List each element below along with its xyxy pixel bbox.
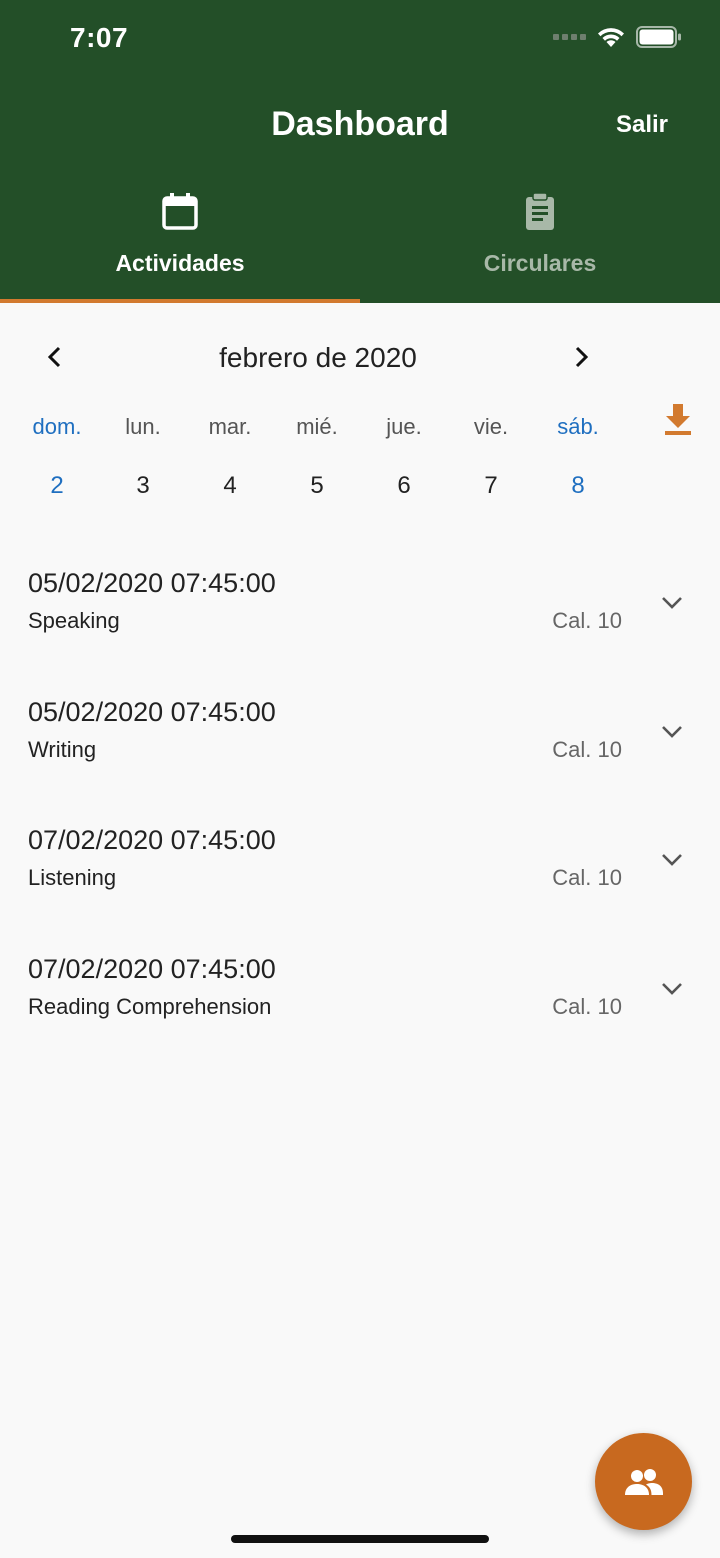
activity-subject: Listening [28, 865, 117, 891]
calendar-day[interactable]: 5 [272, 472, 362, 500]
chevron-down-icon[interactable] [658, 588, 686, 616]
weekday-label: mar. [208, 414, 252, 439]
active-tab-indicator [0, 299, 360, 303]
activity-item[interactable]: 07/02/2020 07:45:00 Listening Cal. 10 [0, 817, 720, 946]
chevron-down-icon[interactable] [658, 974, 686, 1002]
app-header: 7:07 Dashboard Salir Actividades Circula… [0, 0, 720, 303]
activity-item[interactable]: 07/02/2020 07:45:00 Reading Comprehensio… [0, 946, 720, 1075]
download-icon[interactable] [662, 402, 694, 436]
activity-list: 05/02/2020 07:45:00 Speaking Cal. 10 05/… [0, 560, 720, 1074]
calendar-day[interactable]: 8 [533, 472, 623, 500]
calendar-day[interactable]: 3 [98, 472, 188, 500]
activity-subject: Writing [28, 736, 97, 762]
weekday-label: mié. [296, 414, 338, 439]
activity-grade: Cal. 10 [552, 736, 622, 762]
exit-button[interactable]: Salir [616, 111, 668, 139]
battery-icon [636, 26, 681, 48]
activity-datetime: 05/02/2020 07:45:00 [28, 568, 276, 598]
weekday-label: vie. [473, 414, 509, 439]
weekday-label: dom. [32, 414, 82, 439]
weekday-label: sáb. [557, 414, 599, 439]
page-title: Dashboard [271, 105, 449, 143]
status-time: 7:07 [70, 22, 129, 53]
tab-label: Actividades [115, 250, 245, 276]
weekday-label: lun. [125, 414, 161, 439]
activity-datetime: 07/02/2020 07:45:00 [28, 825, 276, 856]
calendar-day[interactable]: 4 [185, 472, 275, 500]
activity-subject: Speaking [28, 608, 120, 633]
weekday-label: jue. [386, 414, 422, 439]
tab-actividades[interactable]: Actividades [0, 182, 360, 303]
chevron-down-icon[interactable] [658, 717, 686, 745]
calendar-icon [162, 193, 198, 230]
activity-subject: Reading Comprehension [28, 993, 272, 1019]
wifi-icon [598, 28, 624, 47]
activity-grade: Cal. 10 [552, 608, 622, 633]
home-indicator [231, 1535, 489, 1543]
calendar-day[interactable]: 7 [446, 472, 536, 500]
clipboard-icon [526, 192, 554, 230]
app-screen: 7:07 Dashboard Salir Actividades Circula… [0, 0, 720, 1558]
activity-item[interactable]: 05/02/2020 07:45:00 Writing Cal. 10 [0, 689, 720, 818]
activity-item[interactable]: 05/02/2020 07:45:00 Speaking Cal. 10 [0, 560, 720, 689]
tab-bar: Actividades Circulares [0, 182, 720, 303]
chevron-down-icon[interactable] [658, 845, 686, 873]
people-icon [624, 1468, 663, 1495]
activity-datetime: 07/02/2020 07:45:00 [28, 953, 276, 984]
signal-icon [553, 34, 586, 40]
tab-circulares[interactable]: Circulares [360, 182, 720, 303]
calendar-day[interactable]: 6 [359, 472, 449, 500]
calendar-header: febrero de 2020 [0, 330, 720, 386]
activity-grade: Cal. 10 [552, 865, 622, 891]
chevron-right-icon[interactable] [566, 342, 596, 372]
status-icons [553, 26, 682, 48]
activity-datetime: 05/02/2020 07:45:00 [28, 696, 276, 727]
weekday-row: dom. lun. mar. mié. jue. vie. sáb. [0, 414, 720, 444]
contacts-fab-button[interactable] [595, 1433, 692, 1530]
week-dates-row: 2 3 4 5 6 7 8 [0, 472, 720, 504]
activity-grade: Cal. 10 [552, 993, 622, 1019]
tab-label: Circulares [483, 250, 597, 276]
calendar-month-label: febrero de 2020 [219, 342, 417, 373]
calendar-day[interactable]: 2 [12, 472, 102, 500]
